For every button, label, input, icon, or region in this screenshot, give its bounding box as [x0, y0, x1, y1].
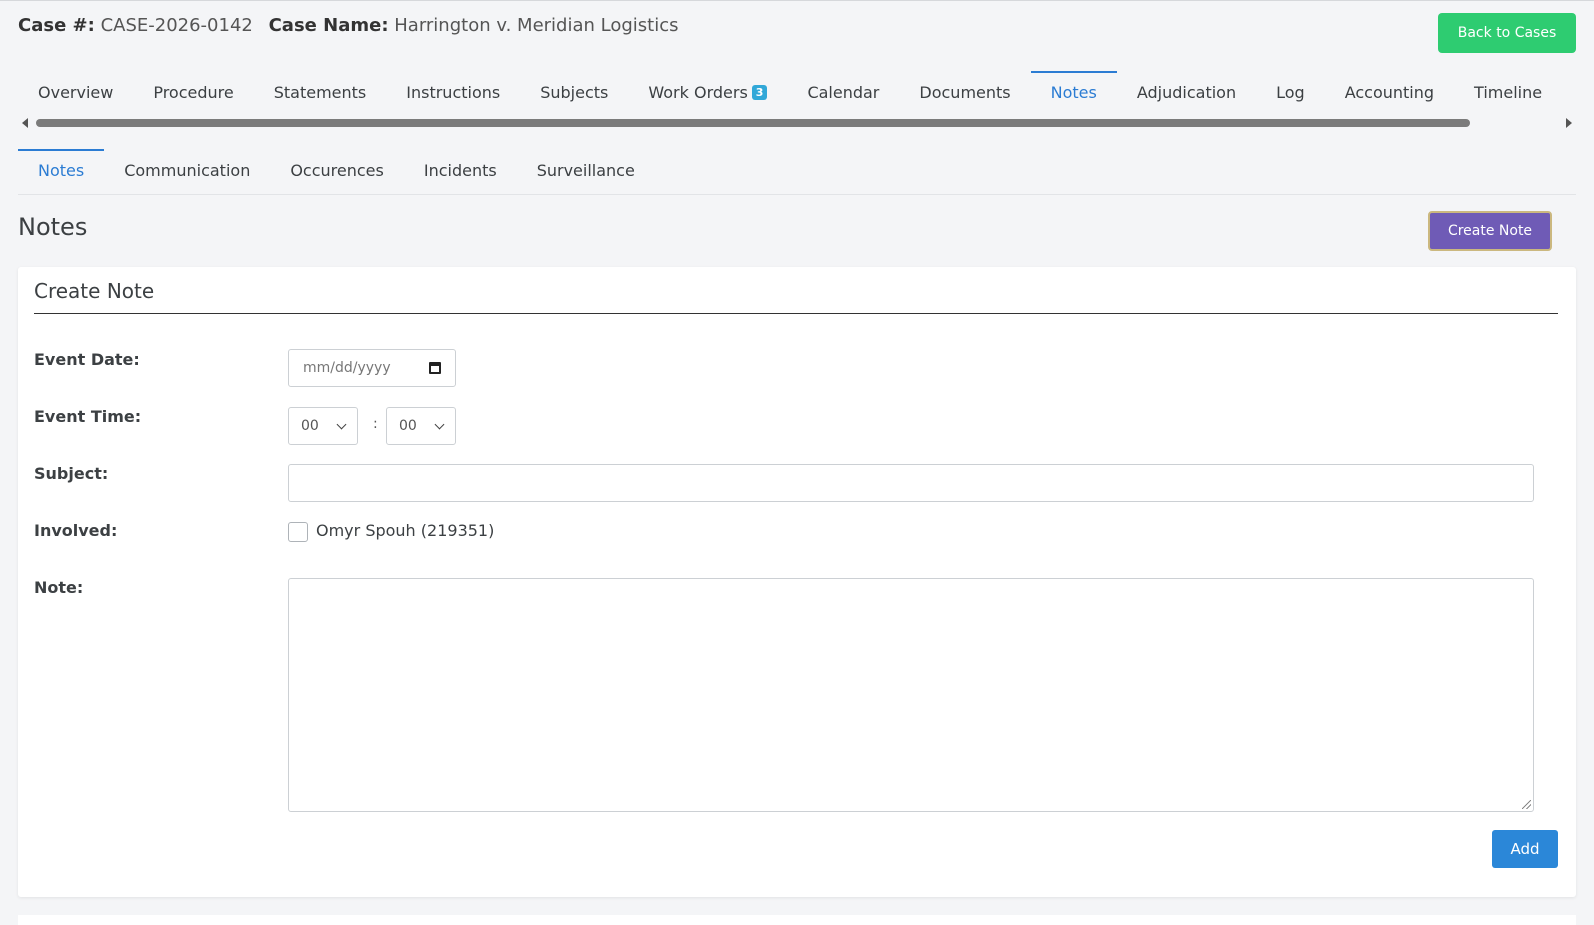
- scrollbar-thumb[interactable]: [36, 119, 1470, 127]
- tab-label: Subjects: [540, 83, 609, 102]
- subject-input[interactable]: [288, 464, 1534, 502]
- main-tabs-container: Overview Procedure Statements Instructio…: [18, 71, 1576, 131]
- tab-label: Work Orders: [648, 83, 748, 102]
- tab-subjects[interactable]: Subjects: [520, 71, 628, 113]
- subtab-occurences[interactable]: Occurences: [270, 149, 404, 195]
- tab-notes[interactable]: Notes: [1030, 71, 1117, 113]
- next-card-edge: [18, 915, 1576, 925]
- time-separator: :: [373, 416, 378, 432]
- minute-value: 00: [399, 418, 417, 434]
- tab-overview[interactable]: Overview: [18, 71, 133, 113]
- tab-documents[interactable]: Documents: [899, 71, 1030, 113]
- note-label: Note:: [34, 578, 84, 597]
- chevron-down-icon: [336, 419, 347, 429]
- tab-adjudication[interactable]: Adjudication: [1117, 71, 1256, 113]
- case-header: Case #: CASE-2026-0142 Case Name: Harrin…: [18, 15, 689, 36]
- case-number-label: Case #:: [18, 15, 95, 36]
- tab-label: Notes: [1050, 83, 1097, 102]
- case-number-value: CASE-2026-0142: [100, 15, 253, 36]
- tab-label: Statements: [273, 83, 367, 102]
- sub-tabs: Notes Communication Occurences Incidents…: [18, 149, 1576, 195]
- tab-label: Log: [1276, 83, 1305, 102]
- tab-label: Adjudication: [1136, 83, 1237, 102]
- page-title: Notes: [18, 213, 88, 241]
- tab-log[interactable]: Log: [1256, 71, 1325, 113]
- event-date-input[interactable]: mm/dd/yyyy: [288, 349, 456, 387]
- form-divider: [34, 313, 1558, 314]
- add-button[interactable]: Add: [1492, 830, 1558, 868]
- minute-select[interactable]: 00: [386, 407, 456, 445]
- event-date-label: Event Date:: [34, 350, 140, 369]
- tab-label: Documents: [919, 83, 1011, 102]
- tab-label: Timeline: [1474, 83, 1543, 102]
- tab-label: Procedure: [153, 83, 234, 102]
- tab-label: Overview: [38, 83, 114, 102]
- main-tabs: Overview Procedure Statements Instructio…: [18, 71, 1562, 113]
- tab-label: Instructions: [406, 83, 501, 102]
- case-name-label: Case Name:: [268, 15, 389, 36]
- calendar-icon[interactable]: [429, 362, 441, 374]
- tab-instructions[interactable]: Instructions: [386, 71, 520, 113]
- involved-option-label[interactable]: Omyr Spouh (219351): [316, 521, 494, 540]
- involved-checkbox[interactable]: [288, 522, 308, 542]
- subject-label: Subject:: [34, 464, 109, 483]
- subtab-notes[interactable]: Notes: [18, 149, 105, 195]
- scroll-right-arrow-icon[interactable]: [1566, 118, 1572, 128]
- create-note-button[interactable]: Create Note: [1428, 211, 1552, 251]
- hour-select[interactable]: 00: [288, 407, 358, 445]
- tab-procedure[interactable]: Procedure: [133, 71, 253, 113]
- create-note-form: Create Note Event Date: mm/dd/yyyy Event…: [18, 267, 1576, 897]
- event-time-label: Event Time:: [34, 407, 142, 426]
- tab-label: Calendar: [807, 83, 880, 102]
- chevron-down-icon: [434, 419, 445, 429]
- hour-value: 00: [301, 418, 319, 434]
- tab-timeline[interactable]: Timeline: [1454, 71, 1562, 113]
- tab-work-orders[interactable]: Work Orders 3: [628, 71, 787, 113]
- tab-statements[interactable]: Statements: [254, 71, 387, 113]
- tab-accounting[interactable]: Accounting: [1325, 71, 1454, 113]
- work-orders-count-badge: 3: [751, 85, 768, 100]
- note-textarea[interactable]: [288, 578, 1534, 812]
- subtab-surveillance[interactable]: Surveillance: [517, 149, 655, 195]
- tab-calendar[interactable]: Calendar: [787, 71, 899, 113]
- resize-handle-icon[interactable]: [1522, 800, 1531, 809]
- subtab-incidents[interactable]: Incidents: [404, 149, 517, 195]
- scroll-left-arrow-icon[interactable]: [22, 118, 28, 128]
- form-title: Create Note: [34, 279, 155, 303]
- event-date-placeholder: mm/dd/yyyy: [303, 360, 391, 376]
- tabs-horizontal-scrollbar[interactable]: [18, 115, 1576, 131]
- case-name-value: Harrington v. Meridian Logistics: [394, 15, 679, 36]
- involved-label: Involved:: [34, 521, 118, 540]
- back-to-cases-button[interactable]: Back to Cases: [1438, 13, 1576, 53]
- subtab-communication[interactable]: Communication: [104, 149, 270, 195]
- tab-label: Accounting: [1344, 83, 1435, 102]
